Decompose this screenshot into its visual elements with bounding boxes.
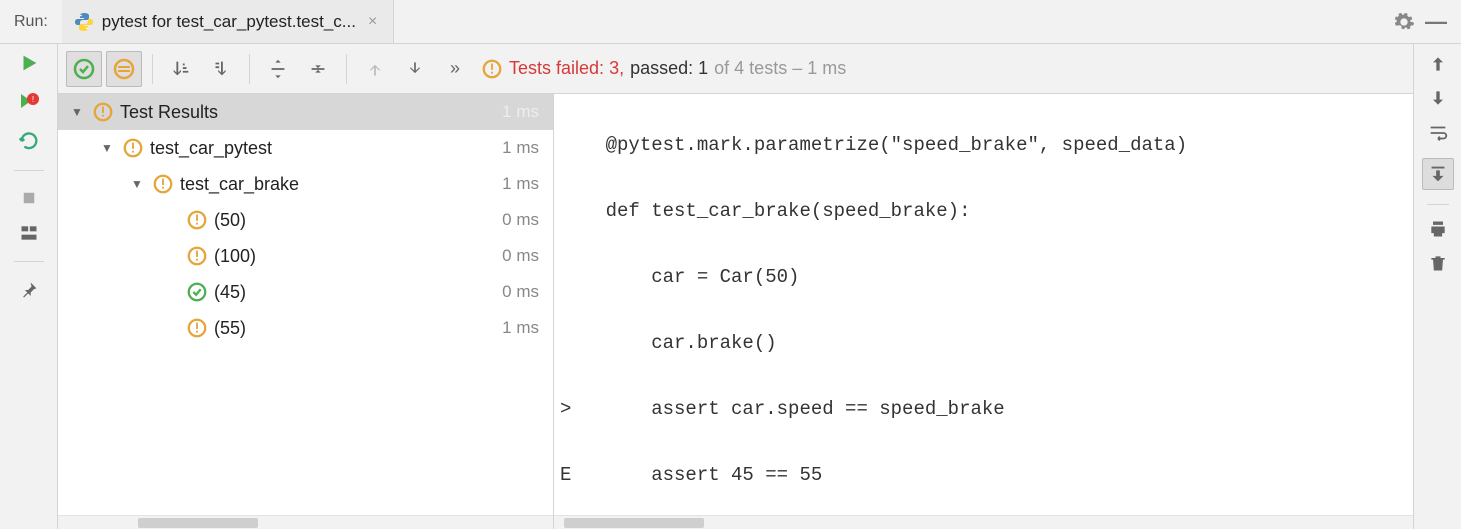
toggle-autotest-icon[interactable] — [18, 130, 40, 152]
tree-case[interactable]: (45)0 ms — [58, 274, 553, 310]
stop-icon[interactable] — [20, 189, 38, 207]
test-tree: ▼ Test Results 1 ms ▼ — [58, 94, 554, 529]
warning-icon — [186, 317, 208, 339]
case-label: (50) — [214, 210, 502, 231]
tree-case[interactable]: (100)0 ms — [58, 238, 553, 274]
warning-icon — [92, 101, 114, 123]
case-time: 0 ms — [502, 210, 539, 230]
status-failed: Tests failed: 3, — [509, 58, 624, 79]
chevron-down-icon[interactable]: ▼ — [98, 141, 116, 155]
sort-icon[interactable] — [163, 51, 199, 87]
warning-icon — [122, 137, 144, 159]
arrow-down-icon[interactable] — [1428, 88, 1448, 108]
gear-icon[interactable] — [1393, 11, 1415, 33]
svg-text:!: ! — [31, 95, 33, 104]
console-line: car.brake() — [560, 327, 1413, 360]
case-label: (45) — [214, 282, 502, 303]
warning-icon — [152, 173, 174, 195]
run-tab[interactable]: pytest for test_car_pytest.test_c... × — [62, 0, 395, 43]
right-gutter — [1413, 44, 1461, 529]
scroll-to-end-icon[interactable] — [1422, 158, 1454, 190]
print-icon[interactable] — [1428, 219, 1448, 239]
warning-icon — [186, 245, 208, 267]
run-label: Run: — [0, 13, 62, 31]
status-suffix: of 4 tests – 1 ms — [714, 58, 846, 79]
warning-icon — [186, 209, 208, 231]
chevron-down-icon[interactable]: ▼ — [128, 177, 146, 191]
case-time: 0 ms — [502, 282, 539, 302]
check-icon — [186, 281, 208, 303]
status-passed: passed: 1 — [630, 58, 708, 79]
tab-title: pytest for test_car_pytest.test_c... — [102, 12, 356, 32]
layout-icon[interactable] — [19, 223, 39, 243]
prev-icon[interactable] — [357, 51, 393, 87]
run-header: Run: pytest for test_car_pytest.test_c..… — [0, 0, 1461, 44]
more-icon[interactable]: » — [437, 51, 473, 87]
next-icon[interactable] — [397, 51, 433, 87]
console-line: def test_car_brake(speed_brake): — [560, 195, 1413, 228]
console-line: E assert 45 == 55 — [560, 459, 1413, 492]
close-icon[interactable]: × — [364, 13, 381, 31]
warning-icon — [481, 58, 503, 80]
console-line: @pytest.mark.parametrize("speed_brake", … — [560, 129, 1413, 162]
collapse-icon[interactable] — [203, 51, 239, 87]
left-gutter: ! — [0, 44, 58, 529]
python-icon — [74, 12, 94, 32]
soft-wrap-icon[interactable] — [1427, 122, 1449, 144]
trash-icon[interactable] — [1428, 253, 1448, 273]
show-ignored-icon[interactable] — [106, 51, 142, 87]
arrow-up-icon[interactable] — [1428, 54, 1448, 74]
chevron-down-icon[interactable]: ▼ — [68, 105, 86, 119]
minimize-icon[interactable]: — — [1425, 9, 1447, 35]
case-time: 0 ms — [502, 246, 539, 266]
run-icon[interactable] — [18, 52, 40, 74]
tree-case[interactable]: (50)0 ms — [58, 202, 553, 238]
show-passed-icon[interactable] — [66, 51, 102, 87]
scrollbar[interactable] — [554, 515, 1413, 529]
tree-module[interactable]: ▼ test_car_pytest 1 ms — [58, 130, 553, 166]
rerun-failed-icon[interactable]: ! — [17, 90, 41, 114]
test-toolbar: » Tests failed: 3, passed: 1 of 4 tests … — [58, 44, 1413, 94]
tree-root[interactable]: ▼ Test Results 1 ms — [58, 94, 553, 130]
scrollbar[interactable] — [58, 515, 553, 529]
console-line: car = Car(50) — [560, 261, 1413, 294]
test-status: Tests failed: 3, passed: 1 of 4 tests – … — [481, 58, 846, 80]
tree-test[interactable]: ▼ test_car_brake 1 ms — [58, 166, 553, 202]
case-label: (100) — [214, 246, 502, 267]
case-time: 1 ms — [502, 318, 539, 338]
console-line: > assert car.speed == speed_brake — [560, 393, 1413, 426]
pin-icon[interactable] — [19, 280, 39, 300]
console-output: @pytest.mark.parametrize("speed_brake", … — [554, 94, 1413, 529]
tree-case[interactable]: (55)1 ms — [58, 310, 553, 346]
collapse-all-icon[interactable] — [300, 51, 336, 87]
case-label: (55) — [214, 318, 502, 339]
expand-all-icon[interactable] — [260, 51, 296, 87]
